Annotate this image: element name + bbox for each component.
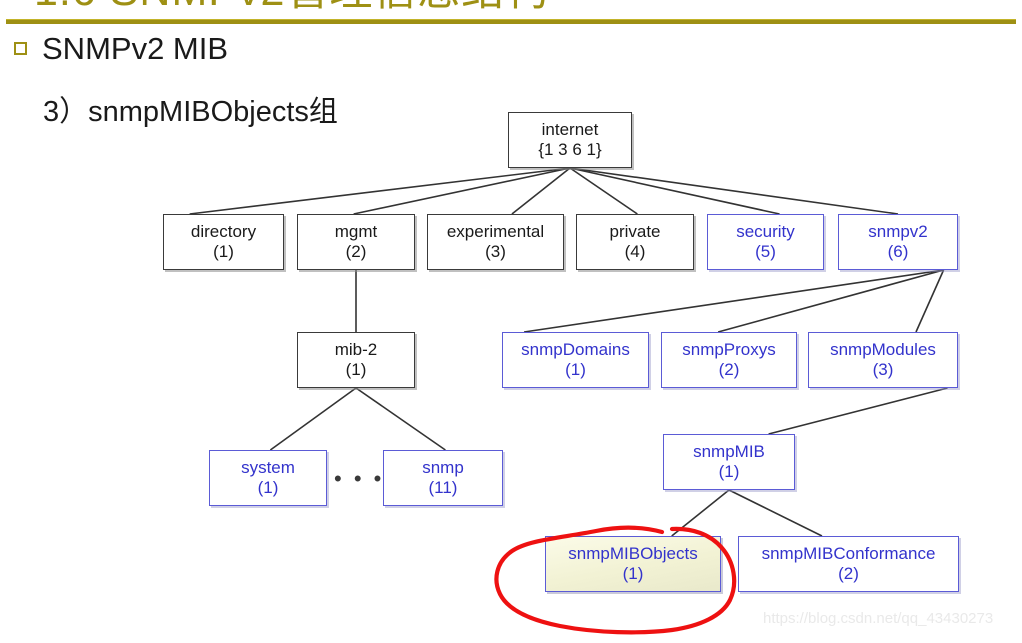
tree-node-label: security: [736, 221, 795, 241]
tree-node-label: snmpDomains: [521, 339, 630, 359]
edge-snmpMIB-to-snmpMIBObjects: [671, 489, 730, 537]
tree-node-number: (1): [718, 462, 740, 481]
tree-node-snmpv2[interactable]: snmpv2 (6): [838, 214, 958, 270]
tree-node-mgmt[interactable]: mgmt (2): [297, 214, 415, 270]
tree-node-label: internet: [541, 119, 599, 139]
tree-node-label: directory: [190, 221, 257, 241]
edge-internet-to-snmpv2: [569, 167, 899, 215]
tree-node-label: snmpProxys: [682, 339, 776, 359]
tree-node-mib2[interactable]: mib-2 (1): [297, 332, 415, 388]
tree-node-label: snmp: [422, 457, 464, 477]
tree-node-snmpDomains[interactable]: snmpDomains (1): [502, 332, 649, 388]
edge-snmpv2-to-snmpProxys: [717, 269, 944, 333]
tree-node-number: (2): [838, 564, 859, 583]
tree-node-snmpModules[interactable]: snmpModules (3): [808, 332, 958, 388]
slide-canvas: 1.6 SNMPv2管理信息结构 SNMPv2 MIB 3）snmpMIBObj…: [0, 0, 1022, 643]
tree-node-number: (4): [624, 242, 646, 261]
tree-node-number: (6): [887, 242, 909, 261]
tree-node-system[interactable]: system (1): [209, 450, 327, 506]
tree-node-label: private: [609, 221, 661, 241]
edge-snmpMIB-to-snmpMIBConformance: [728, 489, 823, 537]
tree-node-number: (1): [213, 242, 234, 261]
tree-node-label: snmpMIBConformance: [761, 543, 936, 563]
tree-node-number: (3): [872, 360, 894, 379]
tree-node-label: experimental: [446, 221, 545, 241]
tree-node-snmpMIBObjects[interactable]: snmpMIBObjects (1): [545, 536, 721, 592]
tree-node-label: snmpv2: [868, 221, 928, 241]
tree-node-snmpMIB[interactable]: snmpMIB (1): [663, 434, 795, 490]
tree-node-security[interactable]: security (5): [707, 214, 824, 270]
edge-snmpModules-to-snmpMIB: [768, 387, 948, 435]
tree-node-number: (2): [345, 242, 367, 261]
tree-node-label: snmpModules: [830, 339, 936, 359]
edge-snmpv2-to-snmpDomains: [523, 269, 944, 333]
tree-node-label: snmpMIB: [693, 441, 765, 461]
edge-mib2-to-system: [269, 387, 357, 451]
tree-node-label: snmpMIBObjects: [568, 543, 698, 563]
tree-node-private[interactable]: private (4): [576, 214, 694, 270]
tree-node-number: (1): [565, 360, 586, 379]
tree-node-number: {1 3 6 1}: [538, 140, 602, 159]
watermark-text: https://blog.csdn.net/qq_43430273: [763, 610, 994, 627]
edge-internet-to-directory: [189, 167, 571, 215]
tree-node-experimental[interactable]: experimental (3): [427, 214, 564, 270]
tree-node-number: (3): [485, 242, 506, 261]
tree-node-snmp[interactable]: snmp (11): [383, 450, 503, 506]
tree-node-label: mgmt: [334, 221, 378, 241]
tree-node-snmpProxys[interactable]: snmpProxys (2): [661, 332, 797, 388]
ellipsis-separator: • • •: [334, 466, 385, 491]
tree-node-internet[interactable]: internet {1 3 6 1}: [508, 112, 632, 168]
edge-internet-to-security: [569, 167, 780, 215]
tree-node-number: (1): [622, 564, 644, 583]
tree-node-label: system: [241, 457, 295, 477]
tree-node-directory[interactable]: directory (1): [163, 214, 284, 270]
tree-node-number: (1): [257, 478, 279, 497]
tree-node-snmpMIBConformance[interactable]: snmpMIBConformance (2): [738, 536, 959, 592]
tree-node-number: (11): [428, 478, 458, 497]
edge-snmpv2-to-snmpModules: [915, 269, 945, 333]
tree-node-number: (1): [345, 360, 367, 379]
tree-node-label: mib-2: [334, 339, 378, 359]
edge-mib2-to-snmp: [355, 387, 446, 451]
tree-node-number: (5): [755, 242, 776, 261]
tree-node-number: (2): [718, 360, 740, 379]
